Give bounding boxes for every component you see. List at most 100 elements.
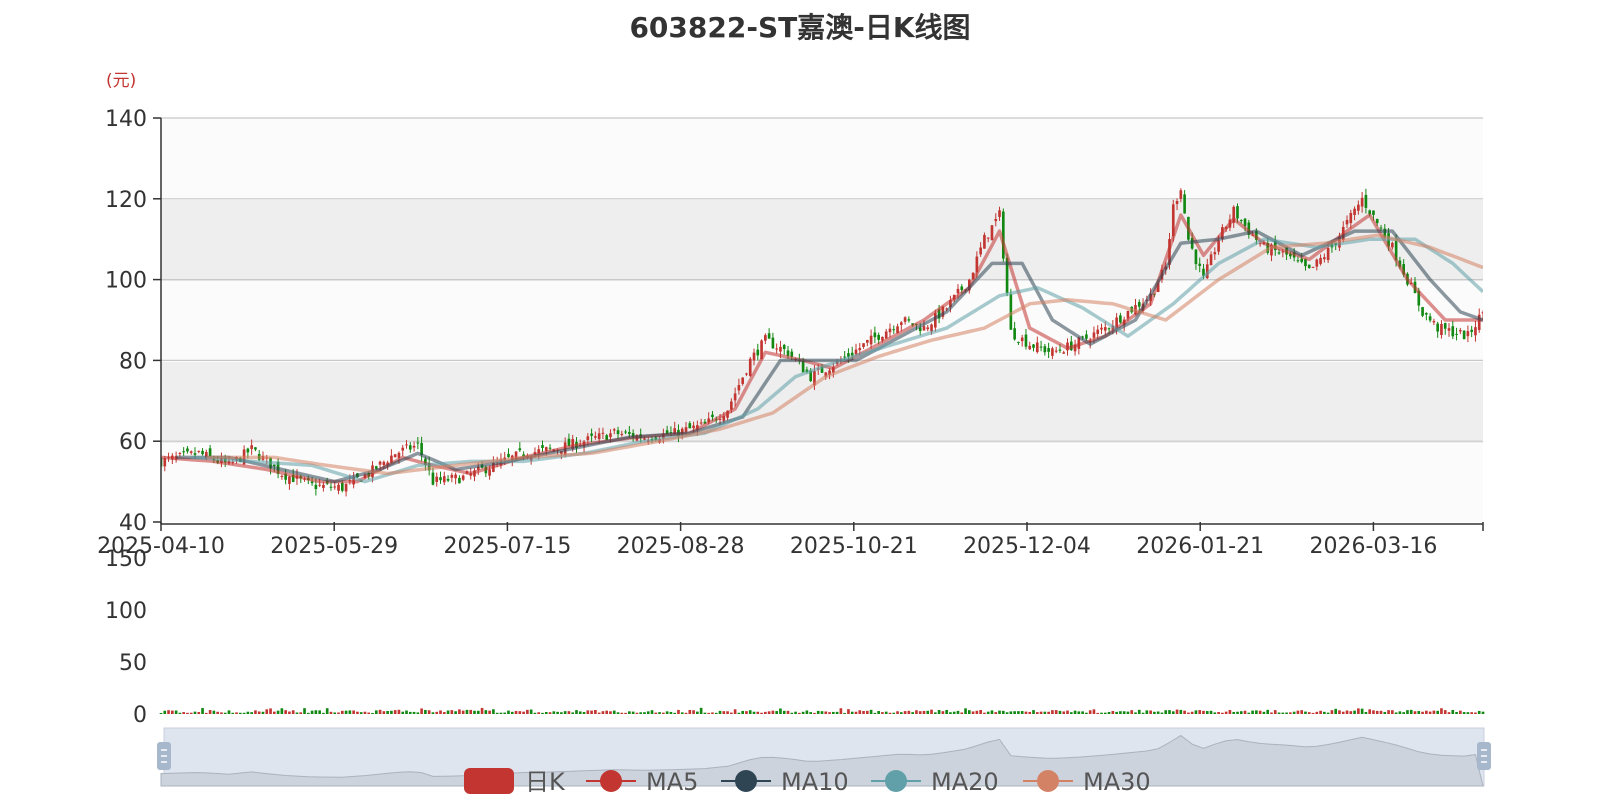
legend-label: MA5 [646,768,698,796]
volume-bar [201,708,204,714]
candle-body [340,482,344,491]
candle-body [189,451,193,453]
candle-body [1137,302,1141,307]
volume-bar [246,711,250,714]
volume-bar [1134,712,1137,714]
y-tick-label: 140 [105,107,147,132]
volume-bar [620,712,624,714]
slider-handle-left[interactable] [157,742,171,770]
candle-body [337,484,340,491]
candle-body [884,331,888,339]
candle-body [1436,323,1439,332]
volume-bar [325,708,329,714]
volume-bar [552,711,556,714]
volume-bar [371,712,374,714]
volume-bar [1466,712,1470,714]
volume-bar [337,712,340,714]
candle-body [1421,307,1424,316]
volume-bar [178,712,182,714]
volume-bar [348,710,352,714]
candle-body [779,346,782,352]
volume-bar [692,710,695,714]
candle-body [548,447,552,449]
volume-bar [612,710,616,714]
candle-body [1428,316,1432,321]
volume-bar [461,710,465,714]
volume-bar [1345,710,1349,714]
legend-item-ma20[interactable]: MA20 [871,768,999,796]
volume-bar [526,709,529,714]
plot-background [161,118,1483,522]
candle-body [344,483,348,492]
volume-bar [231,712,235,714]
candle-body [1035,342,1039,353]
volume-bar [699,707,703,714]
volume-bar [941,711,945,714]
volume-bar [205,712,208,714]
volume-bar [922,710,926,714]
volume-bar [235,712,238,714]
candle-body [1096,329,1100,334]
volume-bar [1447,712,1451,714]
volume-bar [269,708,272,714]
volume-bar [677,709,680,714]
candle-body [605,435,609,440]
candle-body [1481,312,1483,314]
volume-bar [949,712,952,714]
volume-bar [303,708,306,714]
candle-body [594,436,597,438]
volume-bar [1326,712,1330,714]
candle-body [1296,260,1300,262]
candle-body [1462,330,1466,340]
volume-bar [903,711,907,714]
legend-item-ma30[interactable]: MA30 [1023,768,1151,796]
candle-body [446,478,450,481]
volume-bar [367,712,371,714]
volume-bar [609,711,612,714]
candle-body [1119,315,1122,323]
candle-body [586,436,590,441]
volume-bar [798,712,801,714]
volume-bar [1273,710,1277,714]
legend-item-ma10[interactable]: MA10 [721,768,849,796]
candle-body [1315,259,1319,267]
candle-body [858,347,862,351]
volume-bar [594,709,597,714]
volume-bar [1341,711,1345,714]
volume-bar [1315,711,1319,714]
candle-body [1349,213,1353,224]
volume-bar [1141,712,1145,714]
volume-bar [238,712,242,714]
volume-bar [696,711,699,714]
volume-bar [907,710,911,714]
volume-bar [650,710,654,714]
candle-body [246,448,250,453]
volume-bar [1247,712,1251,714]
candle-body [786,350,790,356]
volume-bar [416,712,420,714]
volume-bar [427,710,431,714]
x-tick-label: 2025-07-15 [443,534,571,559]
volume-bar [601,711,605,714]
volume-bar [899,712,903,714]
volume-bar [1205,711,1209,714]
volume-bar [1262,711,1266,714]
slider-handle-right[interactable] [1477,742,1491,770]
candle-body [926,327,930,330]
volume-bar [548,712,552,714]
volume-bar [665,711,669,714]
candle-body [488,469,491,476]
volume-bar [662,712,665,714]
volume-bar [473,710,476,714]
candle-body [1466,331,1470,337]
volume-bar [1175,709,1179,714]
volume-bar [322,712,325,714]
volume-bar [847,709,850,714]
candle-body [1443,323,1447,329]
volume-bar [458,709,461,714]
volume-bar [1394,712,1398,714]
candle-body [1470,329,1473,332]
volume-bar [499,712,503,714]
candle-body [601,432,605,434]
candle-body [986,237,990,239]
